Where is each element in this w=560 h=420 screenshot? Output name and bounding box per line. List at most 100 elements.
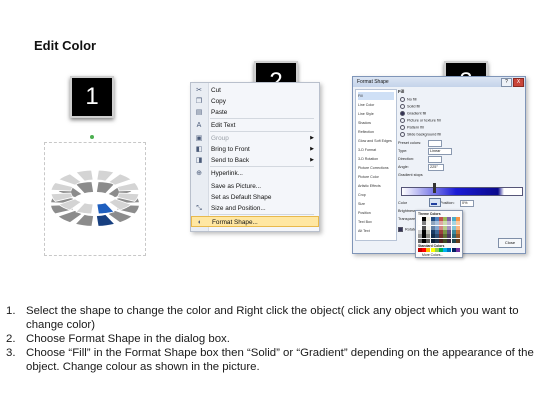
menu-item-set-as-default-shape[interactable]: Set as Default Shape: [191, 192, 319, 203]
menu-item-label: Hyperlink...: [211, 170, 243, 177]
ring-segment-side: [76, 214, 94, 226]
ring-segment-selected[interactable]: [96, 202, 115, 215]
preset-dropdown[interactable]: [428, 140, 442, 147]
menu-separator: [210, 166, 314, 167]
fill-option-radio[interactable]: Slide background fill: [400, 132, 441, 137]
menu-item-label: Set as Default Shape: [211, 194, 272, 201]
theme-colors-label: Theme Colors: [418, 212, 441, 216]
menu-item-edit-text[interactable]: A Edit Text: [191, 120, 319, 131]
ring-segment[interactable]: [96, 169, 115, 182]
fill-option-radio[interactable]: Pattern fill: [400, 125, 424, 130]
fill-option-radio[interactable]: No fill: [400, 97, 417, 102]
menu-separator: [210, 214, 314, 215]
ring-segment-side: [96, 214, 114, 226]
rotation-handle[interactable]: [90, 135, 94, 139]
position-input[interactable]: 0%: [460, 200, 474, 207]
menu-item-label: Send to Back: [211, 157, 250, 164]
fill-option-radio[interactable]: Gradient fill: [400, 111, 426, 116]
menu-item-save-as-picture[interactable]: Save as Picture...: [191, 181, 319, 192]
dialog-nav-item[interactable]: Picture Color: [358, 173, 394, 181]
help-button[interactable]: ?: [501, 78, 512, 87]
scissors-icon: ✂: [196, 87, 202, 94]
edit-text-icon: A: [196, 122, 202, 129]
menu-item-label: Cut: [211, 87, 221, 94]
dialog-nav-item[interactable]: Line Style: [358, 110, 394, 118]
ring-diagram[interactable]: [40, 150, 150, 240]
menu-item-paste[interactable]: ▤ Paste: [191, 107, 319, 118]
color-swatch[interactable]: [455, 238, 460, 243]
menu-item-cut[interactable]: ✂ Cut: [191, 85, 319, 96]
gradient-stops-label: Gradient stops: [398, 173, 423, 177]
dialog-nav-item[interactable]: Line Color: [358, 101, 394, 109]
menu-item-copy[interactable]: ❐ Copy: [191, 96, 319, 107]
step-badge-1: 1: [70, 76, 114, 118]
gradient-stop-handle[interactable]: [433, 183, 436, 193]
ring-segment[interactable]: [57, 173, 83, 186]
fill-heading: Fill: [398, 89, 405, 94]
menu-item-label: Size and Position...: [211, 205, 266, 212]
ring-segment[interactable]: [75, 169, 94, 182]
dialog-nav-item[interactable]: Text Box: [358, 218, 394, 226]
ring-segment-side: [96, 182, 114, 194]
size-position-icon: ⤡: [196, 205, 202, 212]
menu-item-label: Paste: [211, 109, 228, 116]
ring-segment[interactable]: [107, 173, 133, 186]
menu-item-bring-to-front[interactable]: ◧ Bring to Front ▶: [191, 144, 319, 155]
direction-dropdown[interactable]: [428, 156, 442, 163]
fill-option-radio[interactable]: Picture or texture fill: [400, 118, 441, 123]
dialog-nav-item[interactable]: 3-D Rotation: [358, 155, 394, 163]
group-icon: ▣: [195, 135, 203, 142]
color-palette: Theme Colors Standard Colors More Colors…: [415, 210, 463, 258]
dialog-nav-item[interactable]: Position: [358, 209, 394, 217]
ring-segment-side: [76, 182, 94, 194]
fill-option-radio[interactable]: Solid fill: [400, 104, 420, 109]
context-menu: ✂ Cut ❐ Copy ▤ Paste A Edit Text ▣ Group ▶ ◧ Bring t…: [190, 82, 320, 232]
direction-label: Direction:: [398, 157, 415, 161]
dialog-nav-item[interactable]: Fill: [358, 92, 394, 100]
submenu-arrow-icon: ▶: [310, 146, 314, 152]
menu-item-group[interactable]: ▣ Group ▶: [191, 133, 319, 144]
color-label: Color: [398, 201, 408, 205]
menu-item-label: Format Shape...: [212, 219, 258, 226]
dialog-nav-item[interactable]: Size: [358, 200, 394, 208]
ring-segment[interactable]: [116, 182, 140, 192]
color-swatch[interactable]: [455, 248, 460, 252]
color-picker-button[interactable]: [429, 198, 441, 207]
ring-segment[interactable]: [75, 202, 94, 215]
dialog-title-bar: Format Shape ? X: [353, 77, 525, 87]
menu-item-label: Edit Text: [211, 122, 236, 129]
angle-input[interactable]: 225°: [428, 164, 444, 171]
ring-segment[interactable]: [50, 182, 74, 192]
close-icon[interactable]: X: [513, 78, 524, 87]
type-dropdown[interactable]: Linear: [428, 148, 452, 155]
angle-label: Angle:: [398, 165, 409, 169]
menu-item-label: Copy: [211, 98, 226, 105]
dialog-nav-item[interactable]: Artistic Effects: [358, 182, 394, 190]
dialog-nav-item[interactable]: Glow and Soft Edges: [358, 137, 394, 145]
format-shape-icon: ◐: [197, 219, 203, 226]
send-back-icon: ◨: [195, 157, 203, 164]
menu-item-format-shape[interactable]: ◐ Format Shape...: [191, 216, 319, 227]
paste-icon: ▤: [195, 109, 203, 116]
dialog-nav-item[interactable]: Alt Text: [358, 227, 394, 235]
submenu-arrow-icon: ▶: [310, 157, 314, 163]
submenu-arrow-icon: ▶: [310, 135, 314, 141]
dialog-nav-item[interactable]: Reflection: [358, 128, 394, 136]
close-button[interactable]: Close: [498, 238, 522, 248]
type-label: Type:: [398, 149, 408, 153]
dialog-nav-item[interactable]: 3-D Format: [358, 146, 394, 154]
menu-item-hyperlink[interactable]: ⊕ Hyperlink...: [191, 168, 319, 179]
more-colors-link[interactable]: More Colors...: [422, 253, 443, 257]
instructions-list: 1. Select the shape to change the color a…: [6, 304, 554, 374]
format-shape-dialog: Format Shape ? X Fill Line Color Line Styl…: [352, 76, 526, 258]
instruction-step: 1. Select the shape to change the color a…: [6, 305, 519, 331]
instruction-step: 2. Choose Format Shape in the dialog box.: [6, 333, 230, 345]
dialog-title: Format Shape: [357, 79, 389, 85]
gradient-bar[interactable]: [401, 187, 523, 196]
menu-item-size-and-position[interactable]: ⤡ Size and Position...: [191, 203, 319, 214]
dialog-nav-item[interactable]: Crop: [358, 191, 394, 199]
dialog-nav-item[interactable]: Picture Corrections: [358, 164, 394, 172]
menu-item-send-to-back[interactable]: ◨ Send to Back ▶: [191, 155, 319, 166]
dialog-nav-item[interactable]: Shadow: [358, 119, 394, 127]
menu-item-label: Group: [211, 135, 229, 142]
